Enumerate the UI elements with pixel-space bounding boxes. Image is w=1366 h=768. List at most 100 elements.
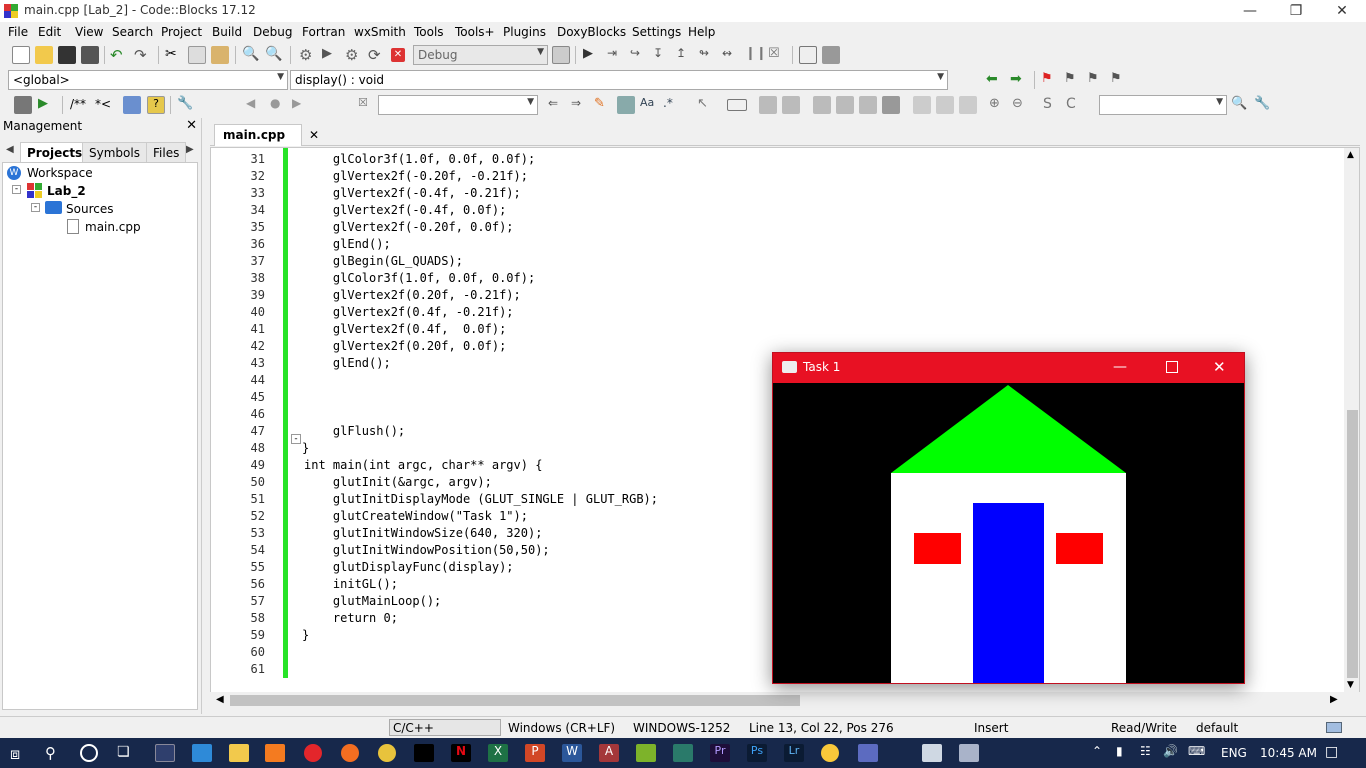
file-explorer-icon[interactable] [229, 744, 249, 762]
tree-main-cpp[interactable]: main.cpp [85, 220, 141, 234]
menu-settings[interactable]: Settings [632, 25, 681, 39]
collapse-icon[interactable]: - [12, 185, 21, 194]
horizontal-scroll-thumb[interactable] [230, 695, 800, 706]
code-line[interactable]: glVertex2f(-0.20f, -0.21f); [304, 169, 528, 183]
taskbar-app-2-icon[interactable] [265, 744, 285, 762]
menu-file[interactable]: File [8, 25, 28, 39]
netflix-icon[interactable]: N [451, 744, 471, 762]
tab-scroll-left-icon[interactable]: ◀ [6, 144, 14, 155]
wifi-icon[interactable]: ☷ [1140, 744, 1160, 762]
menu-build[interactable]: Build [212, 25, 242, 39]
menu-plugins[interactable]: Plugins [503, 25, 546, 39]
next-line-icon[interactable]: ↪ [630, 46, 648, 64]
taskbar-app-1-icon[interactable] [155, 744, 175, 762]
volume-icon[interactable]: 🔊 [1163, 744, 1183, 762]
save-icon[interactable] [58, 46, 76, 64]
tree-sources[interactable]: Sources [66, 202, 113, 216]
build-target-select[interactable]: Debug ▼ [413, 45, 548, 65]
gl-output-window[interactable]: Task 1 — ✕ [772, 352, 1245, 684]
scroll-right-icon[interactable]: ▶ [1330, 694, 1338, 705]
selected-text-icon[interactable] [617, 96, 635, 114]
symbol-settings-icon[interactable]: 🔧 [1254, 96, 1272, 114]
bookmark-dot-icon[interactable]: ● [270, 96, 288, 114]
clear-bookmarks-icon[interactable]: ⚑ [1110, 71, 1128, 89]
code-line[interactable]: glVertex2f(0.4f, -0.21f); [304, 305, 514, 319]
block-comment-button[interactable]: /** [70, 97, 86, 111]
codeblocks-taskbar-icon[interactable] [636, 744, 656, 762]
teams-icon[interactable] [858, 744, 878, 762]
highlight-icon[interactable]: ✎ [594, 96, 612, 114]
run-html-icon[interactable] [123, 96, 141, 114]
gl-close-button[interactable]: ✕ [1213, 358, 1226, 376]
fold-main-icon[interactable]: - [291, 434, 301, 444]
code-line[interactable]: int main(int argc, char** argv) { [304, 458, 542, 472]
firefox-icon[interactable] [341, 744, 359, 762]
save-all-icon[interactable] [81, 46, 99, 64]
scroll-left-icon[interactable]: ◀ [216, 694, 224, 705]
menu-tools[interactable]: Tools [414, 25, 444, 39]
code-line[interactable]: glColor3f(1.0f, 0.0f, 0.0f); [304, 271, 535, 285]
shape2-icon[interactable] [936, 96, 954, 114]
code-line[interactable]: glVertex2f(-0.4f, 0.0f); [304, 203, 506, 217]
code-line[interactable]: glFlush(); [304, 424, 405, 438]
collapse-sources-icon[interactable]: - [31, 203, 40, 212]
rect-tool-icon[interactable] [727, 99, 747, 111]
vertical-scrollbar[interactable]: ▲ ▼ [1344, 148, 1359, 692]
zoom-out-icon[interactable]: ⊖ [1012, 96, 1030, 114]
align-right-icon[interactable] [859, 96, 877, 114]
taskbar-gl-window-icon[interactable] [959, 744, 979, 762]
battery-icon[interactable]: ▮ [1116, 744, 1136, 762]
pause-icon[interactable]: ❙❙ [745, 46, 767, 64]
symbol-search-input[interactable]: ▼ [1099, 95, 1227, 115]
shape-icon[interactable] [913, 96, 931, 114]
code-line[interactable]: glVertex2f(0.20f, -0.21f); [304, 288, 521, 302]
code-line[interactable]: initGL(); [304, 577, 398, 591]
code-line[interactable]: glColor3f(1.0f, 0.0f, 0.0f); [304, 152, 535, 166]
run-icon[interactable]: ▶ [322, 46, 340, 64]
align-fill-icon[interactable] [882, 96, 900, 114]
tab-projects[interactable]: Projects [20, 142, 90, 162]
taskbar-app-4-icon[interactable] [821, 744, 839, 762]
code-line[interactable]: glVertex2f(-0.4f, -0.21f); [304, 186, 521, 200]
line-comment-button[interactable]: *< [95, 97, 111, 111]
status-language[interactable]: C/C++ [389, 719, 501, 736]
tree-project-lab2[interactable]: Lab_2 [47, 184, 86, 198]
doxywizard-icon[interactable] [14, 96, 32, 114]
new-file-icon[interactable] [12, 46, 30, 64]
replace-icon[interactable]: 🔍 [265, 46, 283, 64]
function-select[interactable]: display() : void ▼ [290, 70, 948, 90]
scope-select[interactable]: <global> ▼ [8, 70, 288, 90]
stop-debug-icon[interactable]: ☒ [768, 46, 786, 64]
menu-search[interactable]: Search [112, 25, 153, 39]
code-line[interactable]: glutCreateWindow("Task 1"); [304, 509, 528, 523]
step-out-icon[interactable]: ↥ [676, 46, 694, 64]
run-to-cursor-icon[interactable]: ⇥ [607, 46, 625, 64]
bookmark-prev-icon[interactable]: ◀ [246, 96, 264, 114]
minimize-button[interactable]: — [1227, 0, 1273, 22]
incremental-search-input[interactable]: ▼ [378, 95, 538, 115]
menu-tools-plus[interactable]: Tools+ [455, 25, 495, 39]
close-tab-icon[interactable]: ✕ [309, 128, 319, 142]
tree-workspace[interactable]: Workspace [27, 166, 93, 180]
code-line[interactable]: } [302, 628, 309, 642]
step-instruction-icon[interactable]: ↭ [722, 46, 740, 64]
next-bookmark-icon[interactable]: ⚑ [1087, 71, 1105, 89]
gl-minimize-button[interactable]: — [1113, 359, 1127, 375]
prev-bookmark-icon[interactable]: ⚑ [1064, 71, 1082, 89]
doxy-config-icon[interactable]: 🔧 [177, 96, 195, 114]
gl-window-titlebar[interactable]: Task 1 — ✕ [773, 353, 1244, 383]
menu-fortran[interactable]: Fortran [302, 25, 345, 39]
menu-project[interactable]: Project [161, 25, 202, 39]
build-gear-icon[interactable]: ⚙ [299, 46, 317, 64]
code-line[interactable]: glVertex2f(0.20f, 0.0f); [304, 339, 506, 353]
cut-icon[interactable]: ✂ [165, 46, 183, 64]
code-line[interactable]: glEnd(); [304, 356, 391, 370]
next-instruction-icon[interactable]: ↬ [699, 46, 717, 64]
notifications-icon[interactable]: □ [1325, 744, 1345, 762]
step-into-icon[interactable]: ↧ [653, 46, 671, 64]
code-line[interactable]: glutDisplayFunc(display); [304, 560, 514, 574]
cortana-icon[interactable] [80, 744, 98, 762]
copy-icon[interactable] [188, 46, 206, 64]
scroll-up-icon[interactable]: ▲ [1347, 150, 1354, 160]
lightroom-icon[interactable]: Lr [784, 744, 804, 762]
